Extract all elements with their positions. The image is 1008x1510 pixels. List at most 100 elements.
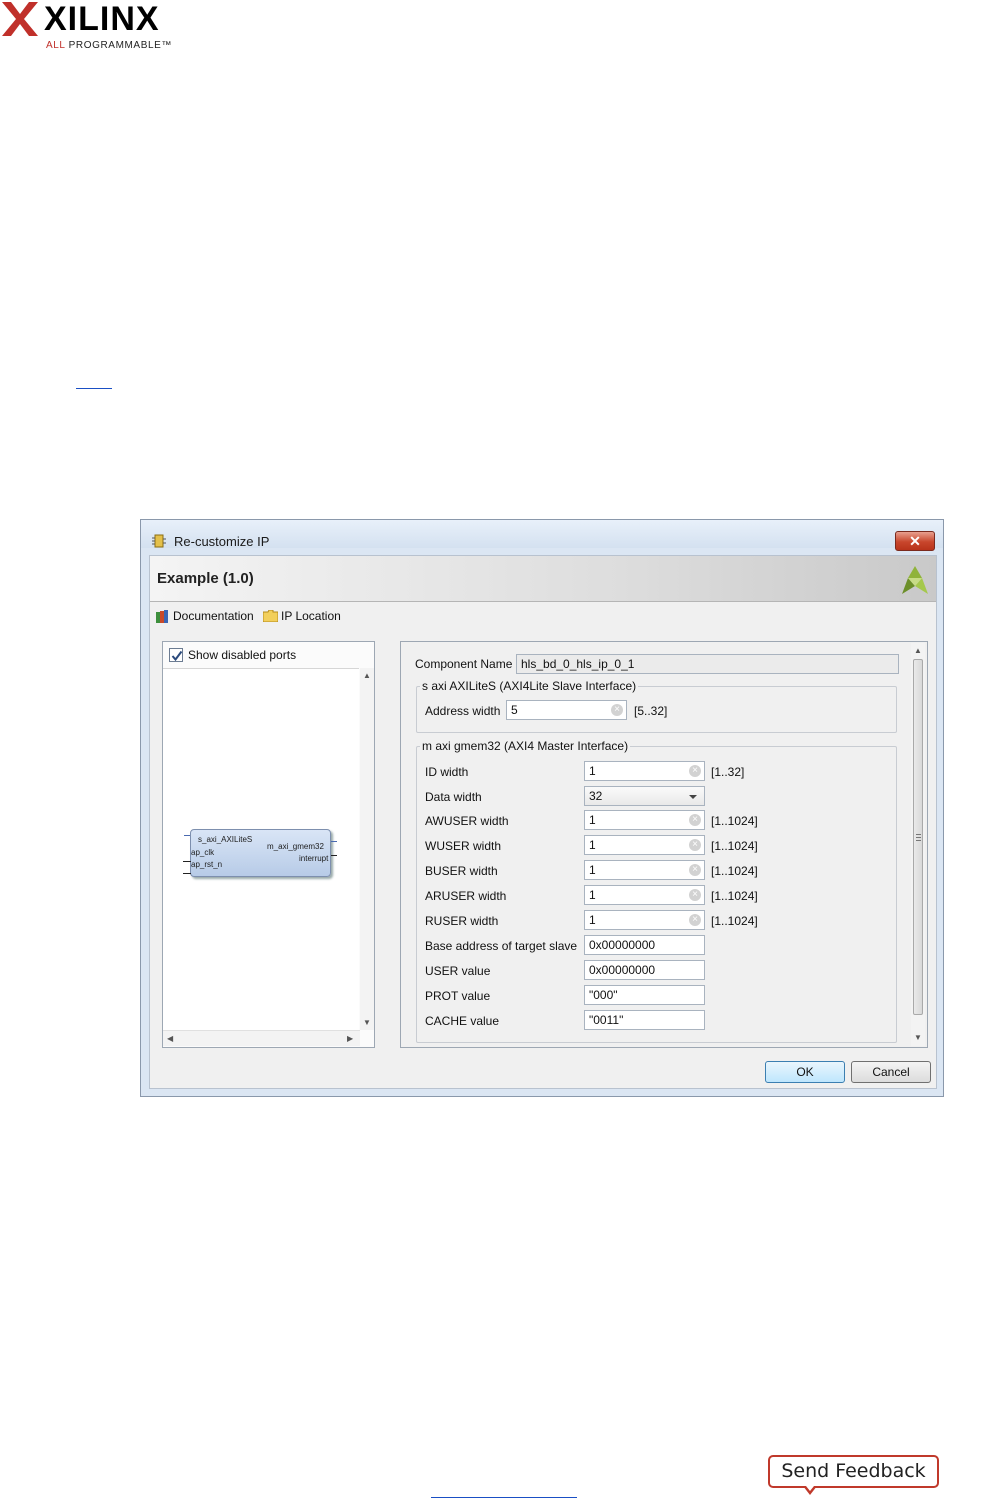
port-m-axi: m_axi_gmem32 — [267, 842, 324, 851]
send-feedback-button[interactable]: Send Feedback — [768, 1455, 939, 1488]
id-width-field[interactable]: 1 × — [584, 761, 705, 781]
brand-name: XILINX — [44, 0, 160, 38]
base-address-label: Base address of target slave — [425, 939, 578, 953]
m-axi-group-title: m axi gmem32 (AXI4 Master Interface) — [420, 739, 631, 753]
xilinx-logo-icon — [2, 2, 38, 36]
cache-value-field[interactable]: "0011" — [584, 1010, 705, 1030]
clear-field-icon[interactable]: × — [689, 839, 701, 851]
ip-symbol-panel: Show disabled ports s_axi_AXILiteS ap_cl… — [162, 641, 375, 1048]
tagline-mark: ™ — [161, 40, 173, 51]
scroll-down-icon[interactable]: ▼ — [363, 1018, 371, 1027]
aruser-width-field[interactable]: 1 × — [584, 885, 705, 905]
id-width-label: ID width — [425, 765, 469, 779]
awuser-width-field[interactable]: 1 × — [584, 810, 705, 830]
grip-line — [916, 837, 921, 838]
data-width-value: 32 — [589, 789, 603, 803]
data-width-dropdown[interactable]: 32 — [584, 786, 705, 806]
scroll-left-icon[interactable]: ◀ — [167, 1034, 173, 1043]
cancel-button[interactable]: Cancel — [851, 1061, 931, 1083]
aruser-width-label: ARUSER width — [425, 889, 507, 903]
aruser-width-value: 1 — [589, 888, 596, 902]
pin-ap-clk — [183, 861, 191, 862]
dialog-header: Example (1.0) — [150, 556, 936, 602]
right-vertical-scrollbar[interactable]: ▲ ▼ — [911, 643, 925, 1046]
show-disabled-ports-row[interactable]: Show disabled ports — [169, 648, 296, 662]
checkbox-check-icon — [171, 650, 183, 662]
component-name-field[interactable]: hls_bd_0_hls_ip_0_1 — [516, 654, 899, 674]
close-button[interactable]: ✕ — [895, 531, 935, 551]
show-disabled-ports-label: Show disabled ports — [188, 648, 297, 662]
port-ap-rst-n: ap_rst_n — [191, 860, 223, 869]
ip-name-version: Example (1.0) — [157, 570, 254, 587]
recustomize-ip-dialog: Re-customize IP ✕ Example (1.0) Document… — [140, 519, 944, 1097]
clear-field-icon[interactable]: × — [689, 889, 701, 901]
pin-s-axi — [184, 835, 190, 836]
port-s-axi: s_axi_AXILiteS — [198, 835, 253, 844]
clear-field-icon[interactable]: × — [611, 704, 623, 716]
aruser-width-range: [1..1024] — [711, 889, 758, 903]
scroll-up-icon[interactable]: ▲ — [914, 646, 922, 655]
prot-value-field[interactable]: "000" — [584, 985, 705, 1005]
scroll-down-icon[interactable]: ▼ — [914, 1033, 922, 1042]
address-width-range: [5..32] — [634, 704, 668, 718]
ruser-width-label: RUSER width — [425, 914, 499, 928]
dialog-title: Re-customize IP — [174, 534, 270, 549]
ip-location-label: IP Location — [281, 609, 341, 623]
tagline-rest: PROGRAMMABLE — [68, 40, 162, 51]
tagline-highlight: ALL — [46, 40, 66, 51]
show-disabled-ports-checkbox[interactable] — [169, 648, 183, 662]
buser-width-field[interactable]: 1 × — [584, 860, 705, 880]
pin-ap-rst-n — [183, 873, 191, 874]
grip-line — [916, 834, 921, 835]
brand-tagline: ALL PROGRAMMABLE™ — [46, 40, 172, 51]
cache-value-label: CACHE value — [425, 1014, 500, 1028]
ruser-width-range: [1..1024] — [711, 914, 758, 928]
left-vertical-scrollbar[interactable]: ▲ ▼ — [360, 668, 374, 1030]
left-horizontal-scrollbar[interactable]: ◀ ▶ — [163, 1030, 360, 1046]
xilinx-logo: XILINX ALL PROGRAMMABLE™ — [0, 0, 180, 56]
awuser-width-label: AWUSER width — [425, 814, 509, 828]
dialog-titlebar[interactable]: Re-customize IP ✕ — [141, 520, 943, 551]
scrollbar-thumb[interactable] — [913, 659, 923, 1015]
component-name-label: Component Name — [415, 657, 513, 671]
buser-width-range: [1..1024] — [711, 864, 758, 878]
address-width-value: 5 — [511, 703, 518, 717]
clear-field-icon[interactable]: × — [689, 864, 701, 876]
buser-width-label: BUSER width — [425, 864, 498, 878]
data-width-label: Data width — [425, 790, 482, 804]
address-width-field[interactable]: 5 × — [506, 700, 627, 720]
dropdown-arrow-icon[interactable] — [689, 795, 697, 799]
base-address-field[interactable]: 0x00000000 — [584, 935, 705, 955]
wuser-width-field[interactable]: 1 × — [584, 835, 705, 855]
dialog-client-area: Example (1.0) Documentation IP Location — [149, 555, 937, 1089]
user-value-field[interactable]: 0x00000000 — [584, 960, 705, 980]
ruser-width-value: 1 — [589, 913, 596, 927]
clear-field-icon[interactable]: × — [689, 765, 701, 777]
awuser-width-value: 1 — [589, 813, 596, 827]
feedback-bubble-tail-inner — [806, 1486, 814, 1491]
wuser-width-value: 1 — [589, 838, 596, 852]
footer-link-underline[interactable] — [431, 1497, 577, 1498]
clear-field-icon[interactable]: × — [689, 814, 701, 826]
s-axi-group-title: s axi AXILiteS (AXI4Lite Slave Interface… — [420, 679, 639, 693]
link-underline[interactable] — [76, 388, 112, 389]
ip-location-link[interactable]: IP Location — [263, 609, 341, 623]
scroll-right-icon[interactable]: ▶ — [347, 1034, 353, 1043]
id-width-value: 1 — [589, 764, 596, 778]
awuser-width-range: [1..1024] — [711, 814, 758, 828]
documentation-toolbar: Documentation IP Location — [150, 603, 936, 627]
documentation-books-icon — [156, 609, 168, 623]
scroll-up-icon[interactable]: ▲ — [363, 671, 371, 680]
ip-chip-icon — [152, 534, 166, 548]
wuser-width-label: WUSER width — [425, 839, 502, 853]
ruser-width-field[interactable]: 1 × — [584, 910, 705, 930]
port-ap-clk: ap_clk — [191, 848, 215, 857]
documentation-label: Documentation — [173, 609, 254, 623]
documentation-link[interactable]: Documentation — [156, 609, 254, 623]
vivado-logo-icon — [902, 566, 928, 594]
ip-block-symbol[interactable]: s_axi_AXILiteS ap_clk ap_rst_n m_axi_gme… — [190, 829, 331, 877]
clear-field-icon[interactable]: × — [689, 914, 701, 926]
ok-button[interactable]: OK — [765, 1061, 845, 1083]
wuser-width-range: [1..1024] — [711, 839, 758, 853]
id-width-range: [1..32] — [711, 765, 745, 779]
